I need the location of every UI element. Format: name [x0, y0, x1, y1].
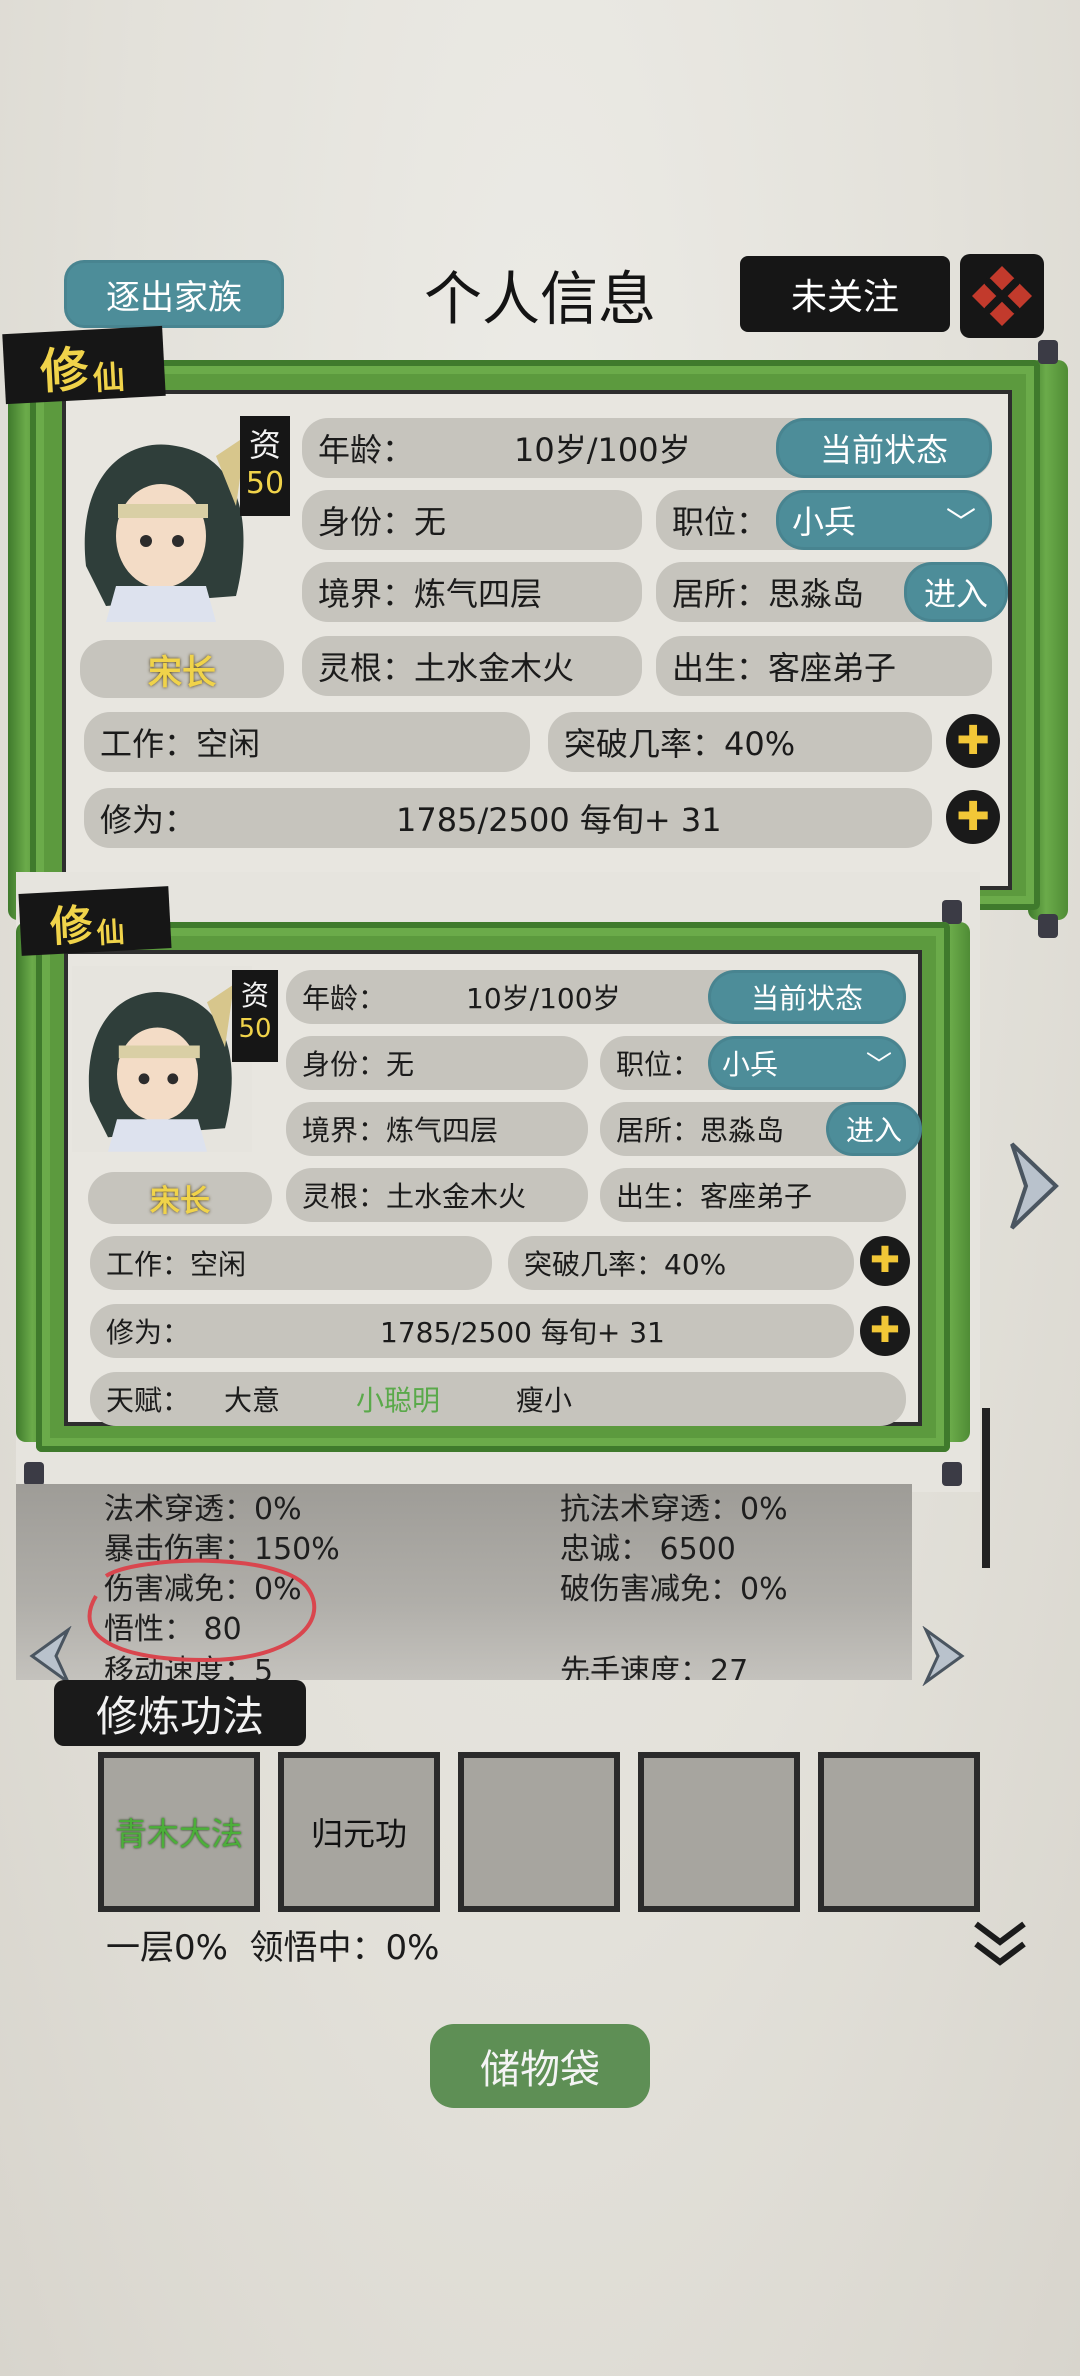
position-dropdown[interactable]: 小兵 ﹀ — [708, 1036, 906, 1090]
character-name: 宋长 — [88, 1172, 272, 1224]
badge-main: 修 — [48, 900, 94, 952]
cultivation-value: 1785/2500 每旬+ 31 — [396, 801, 722, 839]
identity-field: 身份：无 — [302, 490, 642, 550]
close-button[interactable] — [960, 254, 1044, 338]
cultivation-field: 修为： 1785/2500 每旬+ 31 — [90, 1304, 854, 1358]
enter-residence-button[interactable]: 进入 — [904, 562, 1008, 622]
next-character-arrow[interactable] — [1004, 1136, 1064, 1236]
scroll-edge — [982, 1408, 990, 1568]
technique-slot-empty[interactable] — [458, 1752, 620, 1912]
breakthrough-field: 突破几率：40% — [548, 712, 932, 772]
chevron-down-icon: ﹀ — [946, 506, 976, 541]
cultivation-badge: 修 仙 — [2, 325, 166, 405]
follow-status-button[interactable]: 未关注 — [740, 256, 950, 332]
talent-item: 瘦小 — [516, 1384, 573, 1417]
position-label: 职位： — [616, 1048, 701, 1081]
chevron-right-icon — [922, 1625, 965, 1687]
stats-panel: 法术穿透：0% 暴击伤害：150% 伤害减免：0% 悟性： 80 移动速度：5 … — [16, 1484, 912, 1680]
technique-name: 青木大法 — [114, 1815, 243, 1853]
aptitude-label: 资 — [248, 426, 281, 464]
cultivation-value: 1785/2500 每旬+ 31 — [380, 1316, 665, 1349]
age-value: 10岁/100岁 — [514, 431, 691, 469]
aptitude-tag: 资 50 — [232, 970, 278, 1062]
close-icon — [972, 266, 1032, 326]
technique-slot[interactable]: 归元功 — [278, 1752, 440, 1912]
origin-field: 出生：客座弟子 — [600, 1168, 906, 1222]
breakthrough-plus-button[interactable]: ✚ — [946, 714, 1000, 768]
stat-loyalty: 忠诚： 6500 — [560, 1532, 736, 1567]
avatar — [72, 966, 252, 1152]
scroll-cap — [1038, 340, 1058, 364]
aptitude-tag: 资 50 — [240, 416, 290, 516]
breakthrough-plus-button[interactable]: ✚ — [860, 1236, 910, 1286]
aptitude-value: 50 — [245, 466, 285, 501]
talent-label: 天赋： — [106, 1384, 191, 1417]
stats-prev-arrow[interactable] — [26, 1625, 74, 1687]
position-value: 小兵 — [722, 1048, 779, 1081]
position-dropdown[interactable]: 小兵 ﹀ — [776, 490, 992, 550]
current-status-button[interactable]: 当前状态 — [708, 970, 906, 1024]
stat-spell-penetration: 法术穿透：0% — [104, 1492, 302, 1527]
storage-bag-button[interactable]: 储物袋 — [430, 2024, 650, 2108]
chevron-right-icon — [1010, 1142, 1059, 1230]
technique-slot[interactable]: 青木大法 — [98, 1752, 260, 1912]
technique-slot-empty[interactable] — [638, 1752, 800, 1912]
cultivation-label: 修为： — [106, 1316, 191, 1349]
techniques-title: 修炼功法 — [54, 1680, 306, 1746]
current-status-button[interactable]: 当前状态 — [776, 418, 992, 478]
avatar — [66, 416, 266, 622]
badge-sub: 仙 — [91, 357, 126, 398]
age-value: 10岁/100岁 — [466, 982, 621, 1015]
cultivation-badge: 修 仙 — [18, 886, 172, 956]
character-portrait-icon — [84, 436, 246, 622]
double-chevron-down-icon — [974, 1921, 1026, 1966]
stat-spell-penetration-resist: 抗法术穿透：0% — [560, 1492, 788, 1527]
talent-row: 天赋： 大意 小聪明 瘦小 — [90, 1372, 906, 1426]
stats-next-arrow[interactable] — [920, 1625, 968, 1687]
technique-name: 归元功 — [310, 1815, 407, 1853]
plus-icon: ✚ — [956, 794, 990, 840]
badge-sub: 仙 — [95, 915, 126, 950]
highlight-circle-annotation — [87, 1558, 317, 1663]
character-name: 宋长 — [80, 640, 284, 698]
identity-field: 身份：无 — [286, 1036, 588, 1090]
technique-slot-empty[interactable] — [818, 1752, 980, 1912]
age-label: 年龄： — [318, 431, 415, 469]
cultivation-label: 修为： — [100, 801, 197, 839]
realm-field: 境界：炼气四层 — [286, 1102, 588, 1156]
realm-field: 境界：炼气四层 — [302, 562, 642, 622]
cultivation-plus-button[interactable]: ✚ — [860, 1306, 910, 1356]
spirit-root-field: 灵根：土水金木火 — [302, 636, 642, 696]
cultivation-plus-button[interactable]: ✚ — [946, 790, 1000, 844]
age-label: 年龄： — [302, 982, 387, 1015]
scroll-cap — [24, 1462, 44, 1486]
talent-item: 大意 — [224, 1384, 281, 1417]
expand-down-button[interactable] — [970, 1916, 1030, 1972]
scroll-cap — [1038, 914, 1058, 938]
aptitude-value: 50 — [238, 1014, 272, 1044]
stat-initiative-speed: 先手速度：27 — [560, 1654, 749, 1680]
character-portrait-icon — [88, 984, 234, 1152]
plus-icon: ✚ — [869, 1240, 901, 1281]
aptitude-label: 资 — [240, 979, 269, 1012]
badge-main: 修 — [38, 341, 90, 401]
position-value: 小兵 — [792, 503, 857, 541]
talent-item: 小聪明 — [356, 1384, 441, 1417]
plus-icon: ✚ — [869, 1310, 901, 1351]
enter-residence-button[interactable]: 进入 — [826, 1102, 922, 1156]
origin-field: 出生：客座弟子 — [656, 636, 992, 696]
scroll-cap — [942, 900, 962, 924]
spirit-root-field: 灵根：土水金木火 — [286, 1168, 588, 1222]
work-field: 工作：空闲 — [84, 712, 530, 772]
work-field: 工作：空闲 — [90, 1236, 492, 1290]
plus-icon: ✚ — [956, 718, 990, 764]
chevron-left-icon — [29, 1625, 72, 1687]
technique-progress: 一层0% 领悟中：0% — [106, 1928, 440, 1968]
breakthrough-field: 突破几率：40% — [508, 1236, 854, 1290]
scroll-cap — [942, 1462, 962, 1486]
position-label: 职位： — [672, 503, 769, 541]
chevron-down-icon: ﹀ — [865, 1050, 892, 1081]
stat-break-damage-reduction: 破伤害减免：0% — [560, 1572, 788, 1607]
cultivation-field: 修为： 1785/2500 每旬+ 31 — [84, 788, 932, 848]
